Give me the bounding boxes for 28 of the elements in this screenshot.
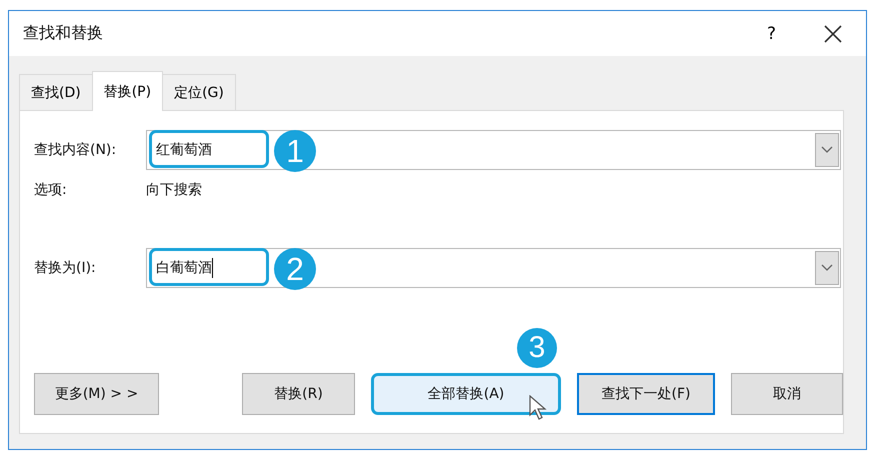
combo-field[interactable]: 白葡萄酒 2 xyxy=(146,248,841,288)
options-value: 向下搜索 xyxy=(146,181,202,199)
dialog-button[interactable]: 取消 xyxy=(731,373,843,415)
dropdown-button[interactable] xyxy=(815,133,839,167)
chevron-icon xyxy=(821,146,833,154)
close-icon xyxy=(824,24,842,42)
step-badge: 1 xyxy=(274,130,316,172)
combo-field[interactable]: 红葡萄酒 1 xyxy=(146,130,841,170)
window-title: 查找和替换 xyxy=(23,23,103,44)
dialog-button[interactable]: 查找下一处(F) xyxy=(577,373,715,415)
step-badge: 2 xyxy=(274,248,316,290)
step-badge: 3 xyxy=(517,328,557,368)
chevron-icon xyxy=(821,264,833,272)
field-label: 替换为(I): xyxy=(34,259,97,277)
tab[interactable]: 定位(G) xyxy=(162,74,236,110)
tab[interactable]: 替换(P) xyxy=(92,71,164,111)
close-button[interactable] xyxy=(824,24,842,42)
dialog-button[interactable]: 全部替换(A) xyxy=(371,373,561,415)
dialog-button[interactable]: 更多(M) > > xyxy=(34,373,159,415)
tab[interactable]: 查找(D) xyxy=(19,74,93,110)
field-value: 白葡萄酒 xyxy=(155,259,212,277)
field-value: 红葡萄酒 xyxy=(155,141,212,159)
help-button[interactable]: ? xyxy=(766,24,776,44)
mouse-pointer-icon xyxy=(529,395,547,421)
field-label: 查找内容(N): xyxy=(34,141,118,159)
dropdown-button[interactable] xyxy=(815,251,839,285)
options-label: 选项: xyxy=(34,181,68,199)
dialog-button[interactable]: 替换(R) xyxy=(242,373,355,415)
